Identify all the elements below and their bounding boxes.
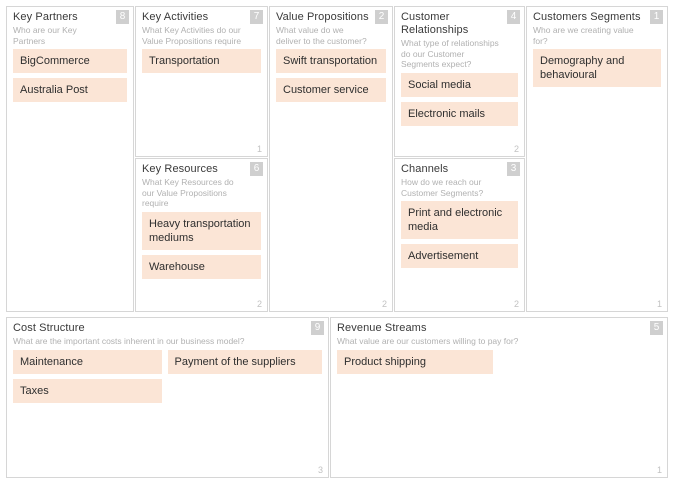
block-title-customer-relationships: Customer Relationships [401, 11, 469, 36]
sticky-note[interactable]: Maintenance [13, 349, 162, 374]
sticky-note[interactable]: Demography and behavioural [533, 49, 661, 87]
block-header: Channels How do we reach our Customer Se… [395, 159, 524, 198]
block-title-value-propositions: Value Propositions [276, 11, 369, 23]
note-list-channels: Print and electronic media Advertisement [395, 198, 524, 268]
sticky-note[interactable]: Electronic mails [401, 101, 518, 126]
sticky-note[interactable]: Advertisement [401, 244, 518, 268]
business-model-canvas: 8 Key Partners Who are our Key Partners … [0, 0, 674, 500]
note-list-key-partners: BigCommerce Australia Post [7, 46, 133, 102]
block-header: Key Partners Who are our Key Partners [7, 7, 133, 46]
block-title-key-activities: Key Activities [142, 11, 209, 23]
block-header: Value Propositions What value do we deli… [270, 7, 392, 46]
block-header: Key Resources What Key Resources do our … [136, 159, 267, 209]
block-count-customer-relationships: 2 [513, 144, 519, 154]
sticky-note[interactable]: Customer service [276, 78, 386, 102]
block-subtitle-key-resources: What Key Resources do our Value Proposit… [142, 177, 234, 208]
block-badge-value-propositions: 2 [375, 10, 388, 24]
block-badge-channels: 3 [507, 162, 520, 176]
block-header: Cost Structure What are the important co… [7, 318, 328, 347]
note-column-right [499, 350, 661, 379]
block-count-key-activities: 1 [256, 144, 262, 154]
block-customer-segments[interactable]: 1 Customers Segments Who are we creating… [526, 6, 668, 312]
sticky-note[interactable]: Payment of the suppliers [167, 349, 322, 374]
block-badge-key-partners: 8 [116, 10, 129, 24]
note-column-left: Product shipping [337, 349, 499, 379]
block-badge-customer-relationships: 4 [507, 10, 520, 24]
block-badge-revenue-streams: 5 [650, 321, 663, 335]
block-title-revenue-streams: Revenue Streams [337, 322, 427, 334]
block-subtitle-customer-relationships: What type of relationships do our Custom… [401, 38, 499, 69]
block-badge-key-activities: 7 [250, 10, 263, 24]
note-list-key-activities: Transportation [136, 46, 267, 73]
sticky-note[interactable]: Taxes [13, 378, 162, 403]
block-count-customer-segments: 1 [656, 299, 662, 309]
block-title-customer-segments: Customers Segments [533, 11, 641, 23]
block-key-partners[interactable]: 8 Key Partners Who are our Key Partners … [6, 6, 134, 312]
sticky-note[interactable]: Warehouse [142, 254, 261, 279]
block-title-key-resources: Key Resources [142, 163, 218, 175]
block-header: Revenue Streams What value are our custo… [331, 318, 667, 347]
sticky-note[interactable]: Social media [401, 72, 518, 97]
block-header: Key Activities What Key Activities do ou… [136, 7, 267, 46]
sticky-note[interactable]: BigCommerce [13, 49, 127, 73]
block-value-propositions[interactable]: 2 Value Propositions What value do we de… [269, 6, 393, 312]
block-subtitle-key-partners: Who are our Key Partners [13, 25, 77, 46]
block-key-activities[interactable]: 7 Key Activities What Key Activities do … [135, 6, 268, 157]
note-list-customer-relationships: Social media Electronic mails [395, 70, 524, 126]
block-subtitle-key-activities: What Key Activities do our Value Proposi… [142, 25, 242, 46]
sticky-note[interactable]: Heavy transportation mediums [142, 211, 261, 250]
note-list-key-resources: Heavy transportation mediums Warehouse [136, 209, 267, 279]
block-count-value-propositions: 2 [381, 299, 387, 309]
block-badge-key-resources: 6 [250, 162, 263, 176]
block-header: Customers Segments Who are we creating v… [527, 7, 667, 46]
block-count-channels: 2 [513, 299, 519, 309]
block-title-cost-structure: Cost Structure [13, 322, 85, 334]
block-key-resources[interactable]: 6 Key Resources What Key Resources do ou… [135, 158, 268, 312]
block-subtitle-channels: How do we reach our Customer Segments? [401, 177, 484, 198]
block-customer-relationships[interactable]: 4 Customer Relationships What type of re… [394, 6, 525, 157]
block-subtitle-value-propositions: What value do we deliver to the customer… [276, 25, 367, 46]
block-header: Customer Relationships What type of rela… [395, 7, 524, 70]
note-list-cost-structure: Maintenance Taxes Payment of the supplie… [7, 347, 328, 408]
note-list-revenue-streams: Product shipping [331, 347, 667, 379]
note-list-customer-segments: Demography and behavioural [527, 46, 667, 87]
block-badge-customer-segments: 1 [650, 10, 663, 24]
sticky-note[interactable]: Australia Post [13, 78, 127, 102]
block-badge-cost-structure: 9 [311, 321, 324, 335]
sticky-note[interactable]: Print and electronic media [401, 201, 518, 239]
block-title-key-partners: Key Partners [13, 11, 78, 23]
note-column-left: Maintenance Taxes [13, 349, 168, 408]
block-subtitle-cost-structure: What are the important costs inherent in… [13, 336, 245, 346]
note-list-value-propositions: Swift transportation Customer service [270, 46, 392, 102]
block-title-channels: Channels [401, 163, 449, 175]
block-cost-structure[interactable]: 9 Cost Structure What are the important … [6, 317, 329, 478]
block-revenue-streams[interactable]: 5 Revenue Streams What value are our cus… [330, 317, 668, 478]
block-channels[interactable]: 3 Channels How do we reach our Customer … [394, 158, 525, 312]
block-subtitle-revenue-streams: What value are our customers willing to … [337, 336, 519, 346]
block-count-revenue-streams: 1 [656, 465, 662, 475]
sticky-note[interactable]: Product shipping [337, 349, 493, 374]
note-column-right: Payment of the suppliers [167, 349, 322, 408]
block-count-key-resources: 2 [256, 299, 262, 309]
block-count-cost-structure: 3 [317, 465, 323, 475]
block-subtitle-customer-segments: Who are we creating value for? [533, 25, 634, 46]
sticky-note[interactable]: Swift transportation [276, 49, 386, 73]
sticky-note[interactable]: Transportation [142, 49, 261, 73]
